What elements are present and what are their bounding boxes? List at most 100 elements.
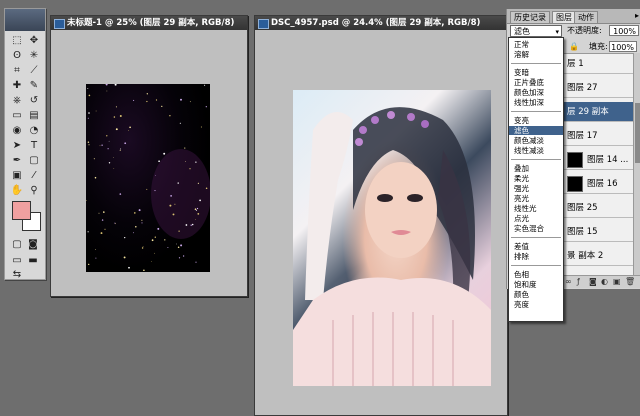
delete-layer-icon[interactable]: 🗑 [625,278,635,286]
blend-mode-option[interactable]: 线性加深 [509,98,563,107]
blend-mode-option[interactable]: 滤色 [509,126,563,135]
layer-mask-icon[interactable]: ◙ [589,278,597,286]
blend-mode-option[interactable]: 亮光 [509,194,563,203]
layer-thumbnail [567,151,583,168]
lasso-tool-icon[interactable]: ʘ [9,48,25,62]
layers-scrollbar[interactable] [633,53,640,275]
star-sparkle [155,99,158,101]
path-selection-tool-icon[interactable]: ➤ [9,138,25,152]
move-tool-icon[interactable]: ✥ [26,33,42,47]
tools-panel-header[interactable] [5,9,45,31]
star-sparkle [119,115,122,117]
layer-name: 图层 17 [567,131,598,141]
fill-field[interactable]: 100% [609,41,637,52]
photoshop-doc-icon [258,19,269,29]
marquee-tool-icon[interactable]: ⬚ [9,33,25,47]
blend-mode-option[interactable]: 实色混合 [509,224,563,233]
pen-tool-icon[interactable]: ✒ [9,153,25,167]
standard-mode-icon[interactable]: ▢ [9,237,25,251]
adjustment-layer-icon[interactable]: ◐ [601,278,609,286]
layer-row[interactable]: 图层 17 [561,126,633,146]
blend-mode-option[interactable]: 强光 [509,184,563,193]
new-layer-icon[interactable]: ▣ [613,278,621,286]
screen-mode-icon[interactable]: ▭ [9,253,25,267]
shape-tool-icon[interactable]: ▢ [26,153,42,167]
star-sparkle [94,176,97,179]
link-layers-icon[interactable]: ∞ [565,278,573,286]
foreground-color-swatch[interactable] [12,201,31,220]
magic-wand-tool-icon[interactable]: ✳ [26,48,42,62]
blend-mode-option[interactable]: 颜色加深 [509,88,563,97]
dodge-tool-icon[interactable]: ◔ [26,123,42,137]
layer-row[interactable]: 层 29 副本 [561,102,633,122]
layer-style-icon[interactable]: ƒ [577,278,585,286]
blend-mode-option[interactable]: 柔光 [509,174,563,183]
blend-mode-option[interactable]: 线性光 [509,204,563,213]
tab-history[interactable]: 历史记录 [510,11,550,23]
star-sparkle [133,232,134,234]
blend-mode-option[interactable]: 点光 [509,214,563,223]
blend-mode-option[interactable]: 颜色减淡 [509,136,563,145]
tab-layers[interactable]: 图层 [552,11,576,23]
opacity-field[interactable]: 100% [609,25,639,36]
star-sparkle [88,112,90,114]
blend-mode-option[interactable]: 差值 [509,242,563,251]
type-tool-icon[interactable]: T [26,138,42,152]
star-sparkle [158,160,160,163]
lock-icon[interactable]: 🔒 [569,41,579,53]
blur-tool-icon[interactable]: ◉ [9,123,25,137]
layer-row[interactable]: 图层 14 ... [561,150,633,170]
panel-menu-icon[interactable]: ▸ [635,11,639,20]
blend-mode-option[interactable]: 亮度 [509,300,563,309]
full-screen-icon[interactable]: ▬ [25,253,41,267]
layer-row[interactable]: 景 副本 2 [561,246,633,266]
layer-row[interactable]: 层 1 [561,54,633,74]
document-title-bar[interactable]: 未标题-1 @ 25% (图层 29 副本, RGB/8) [51,16,247,30]
healing-brush-tool-icon[interactable]: ✚ [9,78,25,92]
star-sparkle [113,168,115,170]
slice-tool-icon[interactable]: ⟋ [26,63,42,77]
star-sparkle [164,239,166,241]
layer-row[interactable]: 图层 15 [561,222,633,242]
eyedropper-tool-icon[interactable]: ⁄ [26,168,42,182]
blend-mode-option[interactable]: 变暗 [509,68,563,77]
blend-mode-option[interactable]: 排除 [509,252,563,261]
blend-mode-option[interactable]: 变亮 [509,116,563,125]
blend-mode-option[interactable]: 溶解 [509,50,563,59]
clone-stamp-tool-icon[interactable]: ⎈ [9,93,25,107]
brush-tool-icon[interactable]: ✎ [26,78,42,92]
quick-mask-icon[interactable]: ◙ [25,237,41,251]
blend-mode-option[interactable]: 正常 [509,40,563,49]
eraser-tool-icon[interactable]: ▭ [9,108,25,122]
layer-row[interactable]: 图层 27 [561,78,633,98]
gradient-tool-icon[interactable]: ▤ [26,108,42,122]
tab-actions[interactable]: 动作 [574,11,598,23]
blend-mode-option[interactable]: 线性减淡 [509,146,563,155]
canvas-area[interactable] [255,30,507,415]
blend-mode-select[interactable]: 滤色 ▾ [510,25,562,37]
blend-mode-option[interactable]: 饱和度 [509,280,563,289]
star-sparkle [182,255,185,257]
layer-row[interactable]: 图层 25 [561,198,633,218]
history-brush-tool-icon[interactable]: ↺ [26,93,42,107]
hand-tool-icon[interactable]: ✋ [9,183,25,197]
zoom-tool-icon[interactable]: ⚲ [26,183,42,197]
canvas-area[interactable] [51,30,247,296]
blend-mode-option[interactable]: 颜色 [509,290,563,299]
notes-tool-icon[interactable]: ▣ [9,168,25,182]
jump-to-imageready-icon[interactable]: ⇆ [9,267,25,281]
blend-mode-option[interactable]: 叠加 [509,164,563,173]
layer-row[interactable]: 图层 16 [561,174,633,194]
star-sparkle [124,236,126,239]
blend-mode-option[interactable]: 正片叠底 [509,78,563,87]
star-sparkle [120,148,122,150]
menu-separator [511,159,561,160]
blend-mode-option[interactable]: 色相 [509,270,563,279]
star-sparkle [88,94,91,97]
scrollbar-thumb[interactable] [635,103,640,163]
document-title-bar[interactable]: DSC_4957.psd @ 24.4% (图层 29 副本, RGB/8) [255,16,507,30]
star-sparkle [154,252,155,254]
star-sparkle [189,168,191,170]
star-sparkle [114,84,117,86]
crop-tool-icon[interactable]: ⌗ [9,63,25,77]
